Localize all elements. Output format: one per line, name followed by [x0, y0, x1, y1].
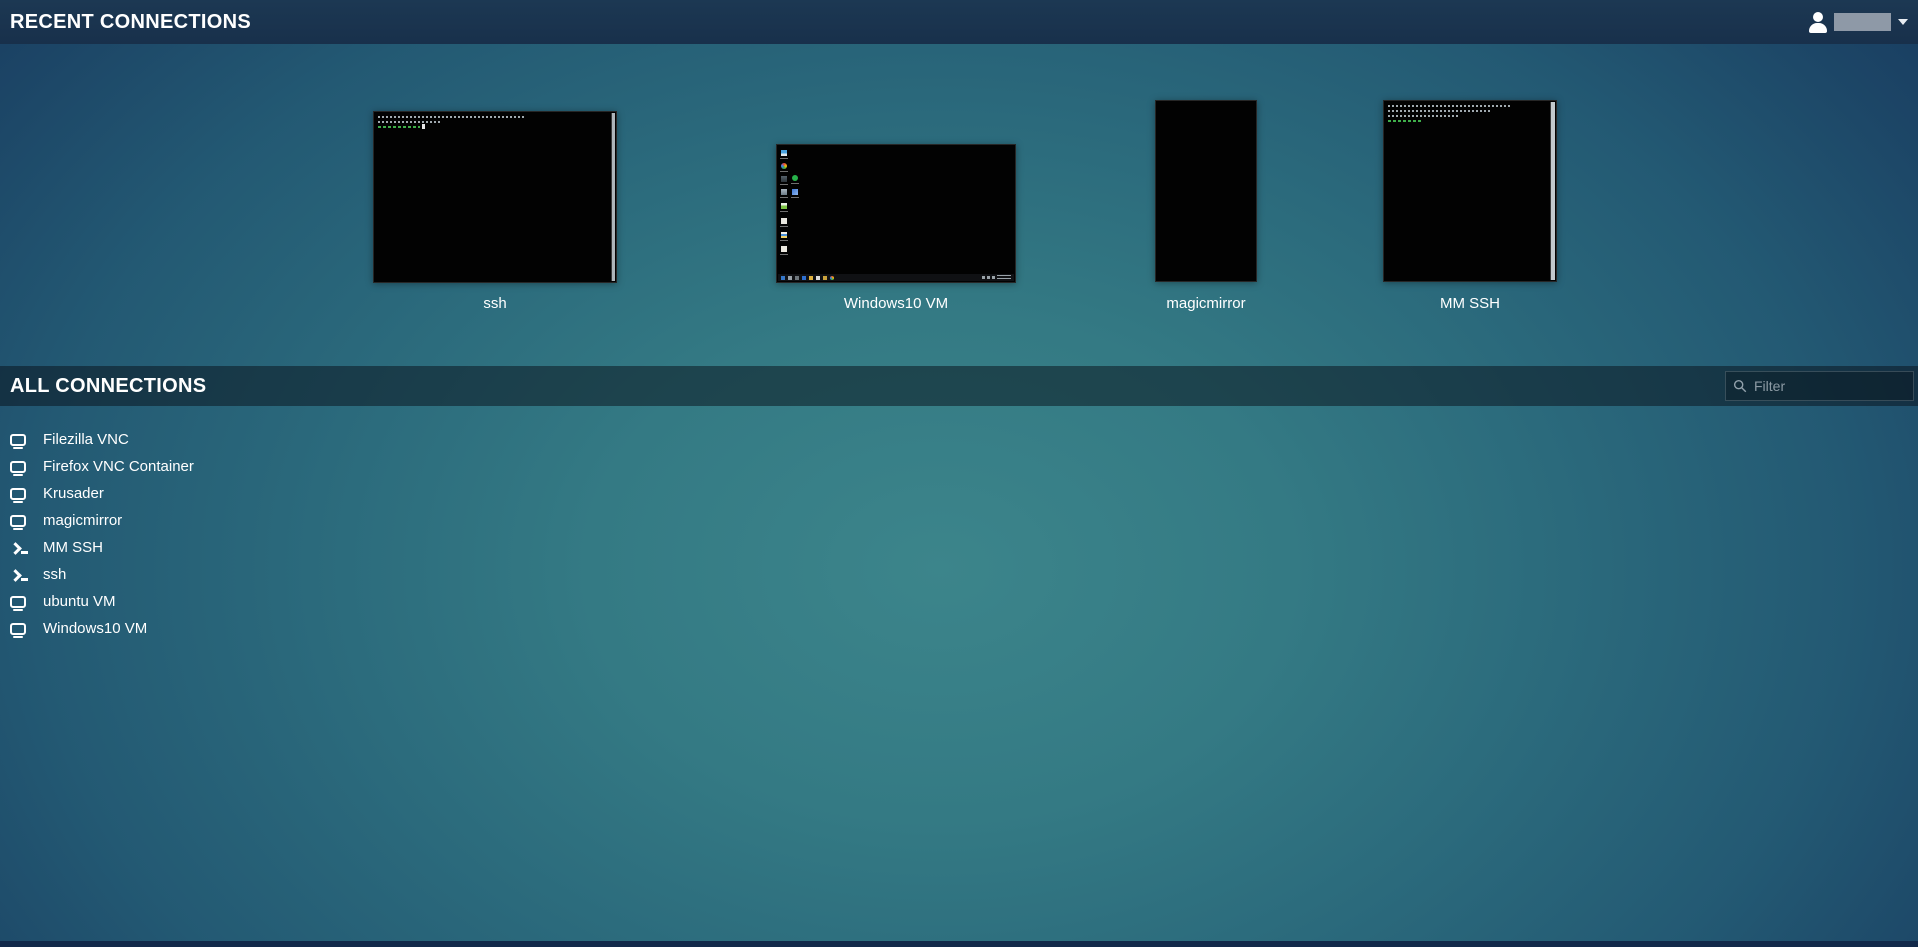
recent-connection-label[interactable]: MM SSH [1383, 295, 1557, 312]
all-connections-header-bar: ALL CONNECTIONS [0, 366, 1918, 406]
connection-row-ubuntu-vm[interactable]: ubuntu VM [10, 588, 214, 615]
connection-label: ssh [43, 566, 66, 583]
connection-label: Firefox VNC Container [43, 458, 194, 475]
user-icon [1809, 12, 1827, 33]
connection-row-filezilla-vnc[interactable]: Filezilla VNC [10, 426, 214, 453]
monitor-icon [10, 434, 26, 446]
all-connections-title: ALL CONNECTIONS [10, 375, 206, 398]
all-connections-list: Filezilla VNC Firefox VNC Container Krus… [10, 426, 214, 642]
taskbar-tray [982, 275, 1011, 280]
connection-label: Filezilla VNC [43, 431, 129, 448]
monitor-icon [10, 461, 26, 473]
connection-label: Windows10 VM [43, 620, 147, 637]
recent-connections-title: RECENT CONNECTIONS [10, 11, 251, 34]
recent-connection-thumbnail-magicmirror[interactable] [1155, 100, 1257, 282]
top-header-bar: RECENT CONNECTIONS [0, 0, 1918, 44]
connection-label: Krusader [43, 485, 104, 502]
monitor-icon [10, 515, 26, 527]
recent-connection-label[interactable]: magicmirror [1155, 295, 1257, 312]
user-menu-button[interactable] [1807, 7, 1910, 37]
terminal-icon [10, 541, 28, 555]
terminal-prompt-line [1388, 120, 1422, 122]
thumbnail-scrollbar [1550, 102, 1555, 280]
terminal-text-line [1388, 105, 1510, 107]
connection-row-krusader[interactable]: Krusader [10, 480, 214, 507]
connection-row-firefox-vnc-container[interactable]: Firefox VNC Container [10, 453, 214, 480]
recent-connection-thumbnail-ssh[interactable] [373, 111, 617, 283]
bottom-edge-strip [0, 941, 1918, 947]
recent-connection-label[interactable]: ssh [373, 295, 617, 312]
terminal-text-line [1388, 110, 1492, 112]
terminal-cursor [422, 124, 425, 129]
connection-row-ssh[interactable]: ssh [10, 561, 214, 588]
connection-label: MM SSH [43, 539, 103, 556]
monitor-icon [10, 596, 26, 608]
windows-taskbar [778, 274, 1014, 281]
connection-row-magicmirror[interactable]: magicmirror [10, 507, 214, 534]
thumbnail-scrollbar [611, 113, 615, 281]
caret-down-icon [1898, 19, 1908, 25]
connection-row-mm-ssh[interactable]: MM SSH [10, 534, 214, 561]
terminal-prompt-line [378, 126, 420, 128]
terminal-text-line [378, 116, 526, 118]
recent-connection-thumbnail-windows10-vm[interactable] [776, 144, 1016, 283]
connection-label: ubuntu VM [43, 593, 116, 610]
terminal-icon [10, 568, 28, 582]
terminal-text-line [378, 121, 440, 123]
connection-label: magicmirror [43, 512, 122, 529]
recent-connection-thumbnail-mm-ssh[interactable] [1383, 100, 1557, 282]
filter-box[interactable] [1725, 371, 1914, 401]
filter-input[interactable] [1754, 378, 1906, 394]
monitor-icon [10, 623, 26, 635]
magnifier-icon [1733, 379, 1747, 393]
terminal-text-line [1388, 115, 1458, 117]
connection-row-windows10-vm[interactable]: Windows10 VM [10, 615, 214, 642]
monitor-icon [10, 488, 26, 500]
username-redacted [1834, 13, 1891, 31]
recent-connection-label[interactable]: Windows10 VM [776, 295, 1016, 312]
